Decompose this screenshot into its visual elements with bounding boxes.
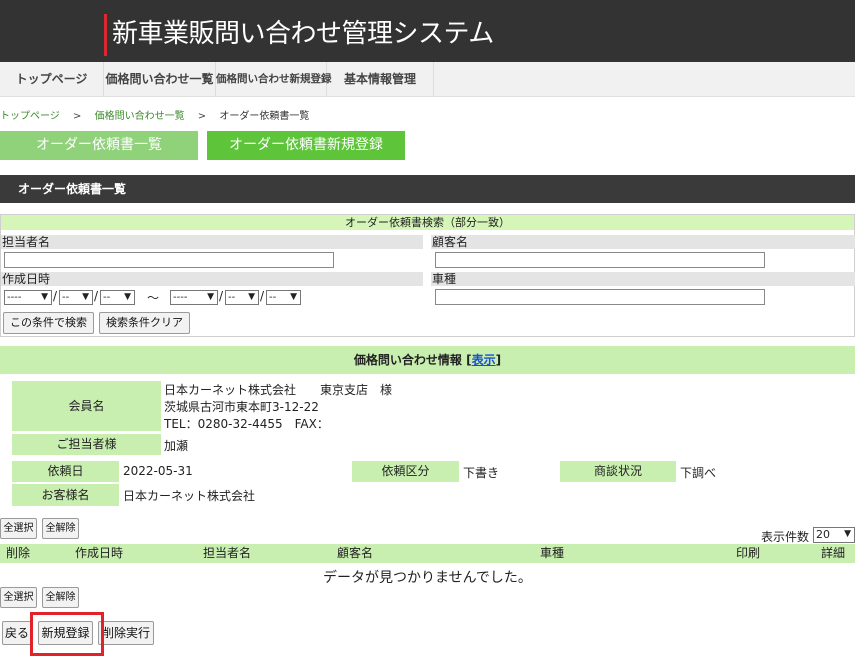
nav-price-inquiry-new[interactable]: 価格問い合わせ新規登録 <box>216 62 332 96</box>
date-from-month-select[interactable]: -- ▼ <box>59 290 93 305</box>
section-title: オーダー依頼書一覧 <box>0 175 855 203</box>
chevron-down-icon: ▼ <box>290 292 297 302</box>
deal-status-value: 下調べ <box>680 466 717 480</box>
search-button[interactable]: この条件で検索 <box>3 312 94 334</box>
deal-status-label: 商談状況 <box>560 461 676 482</box>
select-all-button[interactable]: 全選択 <box>0 518 37 539</box>
date-separator: / <box>53 289 58 303</box>
customer-value: 日本カーネット株式会社 <box>123 489 256 503</box>
shashu-label: 車種 <box>431 272 855 286</box>
tanto-label: 担当者名 <box>1 235 423 249</box>
customer-label: お客様名 <box>12 484 119 506</box>
list-column-header: 削除 作成日時 担当者名 顧客名 車種 印刷 詳細 <box>0 544 855 563</box>
date-from-year-value: ---- <box>7 292 22 303</box>
date-from-day-value: -- <box>103 292 111 303</box>
date-to-day-select[interactable]: -- ▼ <box>266 290 301 305</box>
breadcrumb-separator: > <box>73 111 82 122</box>
date-separator: / <box>260 289 265 303</box>
chevron-down-icon: ▼ <box>844 529 851 539</box>
app-title: 新車業販問い合わせ管理システム <box>112 19 494 49</box>
per-page-value: 20 <box>816 528 830 541</box>
header-accent-bar <box>104 14 107 56</box>
date-from-month-value: -- <box>62 292 70 303</box>
member-name: 日本カーネット株式会社 東京支店 様 <box>164 383 393 397</box>
breadcrumb-top[interactable]: トップページ <box>0 111 60 122</box>
breadcrumb-current: オーダー依頼書一覧 <box>219 111 310 122</box>
deselect-all-button[interactable]: 全解除 <box>42 518 79 539</box>
breadcrumb: トップページ > 価格問い合わせ一覧 > オーダー依頼書一覧 <box>0 107 309 122</box>
tab-order-list[interactable]: オーダー依頼書一覧 <box>0 131 198 160</box>
chevron-down-icon: ▼ <box>41 292 48 302</box>
chevron-down-icon: ▼ <box>248 292 255 302</box>
tab-order-new[interactable]: オーダー依頼書新規登録 <box>207 131 405 160</box>
deselect-all-button-bottom[interactable]: 全解除 <box>42 587 79 608</box>
main-nav: トップページ 価格問い合わせ一覧 価格問い合わせ新規登録 基本情報管理 <box>0 62 855 97</box>
search-panel: オーダー依頼書検索（部分一致） 担当者名 顧客名 作成日時 車種 ---- ▼ /… <box>0 214 855 337</box>
member-address: 茨城県古河市東本町3-12-22 <box>164 400 319 414</box>
sakusei-label: 作成日時 <box>1 272 423 286</box>
per-page-select[interactable]: 20 ▼ <box>813 527 855 543</box>
inquiry-info-title: 価格問い合わせ情報 <box>353 353 462 367</box>
nav-basic-info[interactable]: 基本情報管理 <box>327 62 434 96</box>
delete-execute-button[interactable]: 削除実行 <box>98 621 154 645</box>
search-panel-title: オーダー依頼書検索（部分一致） <box>1 215 854 230</box>
inquiry-show-link[interactable]: 表示 <box>472 353 496 367</box>
tanto-input[interactable] <box>4 252 334 268</box>
kokyaku-input[interactable] <box>435 252 765 268</box>
app-header: 新車業販問い合わせ管理システム <box>0 0 855 62</box>
chevron-down-icon: ▼ <box>207 292 214 302</box>
column-car: 車種 <box>540 546 565 560</box>
kokyaku-label: 顧客名 <box>431 235 855 249</box>
empty-message: データが見つかりませんでした。 <box>323 570 532 586</box>
contact-value: 加瀬 <box>164 439 189 453</box>
chevron-down-icon: ▼ <box>82 292 89 302</box>
breadcrumb-price-list[interactable]: 価格問い合わせ一覧 <box>95 111 185 122</box>
column-detail: 詳細 <box>821 546 846 560</box>
per-page-label: 表示件数 <box>761 530 810 544</box>
date-from-day-select[interactable]: -- ▼ <box>100 290 135 305</box>
member-label: 会員名 <box>12 381 161 431</box>
request-type-value: 下書き <box>463 466 500 480</box>
inquiry-info-header: 価格問い合わせ情報 [表示] <box>0 346 855 374</box>
column-print: 印刷 <box>736 546 761 560</box>
nav-top-page[interactable]: トップページ <box>0 62 104 96</box>
date-to-month-select[interactable]: -- ▼ <box>225 290 259 305</box>
date-separator: / <box>94 289 99 303</box>
request-type-label: 依頼区分 <box>352 461 459 482</box>
date-to-day-value: -- <box>269 292 277 303</box>
date-to-year-select[interactable]: ---- ▼ <box>170 290 218 305</box>
contact-label: ご担当者様 <box>12 434 161 455</box>
request-date-label: 依頼日 <box>12 461 119 482</box>
nav-price-inquiry-list[interactable]: 価格問い合わせ一覧 <box>104 62 216 96</box>
chevron-down-icon: ▼ <box>124 292 131 302</box>
column-delete: 削除 <box>6 546 31 560</box>
date-separator: / <box>219 289 224 303</box>
date-to-year-value: ---- <box>173 292 188 303</box>
breadcrumb-separator: > <box>197 111 207 122</box>
section-title-text: オーダー依頼書一覧 <box>18 182 127 196</box>
select-all-button-bottom[interactable]: 全選択 <box>0 587 37 608</box>
column-customer: 顧客名 <box>337 546 374 560</box>
date-range-tilde: ～ <box>147 291 160 305</box>
column-created: 作成日時 <box>75 546 124 560</box>
member-phone: TEL：0280-32-4455 FAX： <box>164 417 329 431</box>
date-to-month-value: -- <box>228 292 236 303</box>
highlight-box <box>30 612 104 656</box>
back-button[interactable]: 戻る <box>2 621 32 645</box>
shashu-input[interactable] <box>435 289 765 305</box>
clear-search-button[interactable]: 検索条件クリア <box>99 312 190 334</box>
date-from-year-select[interactable]: ---- ▼ <box>4 290 52 305</box>
column-tanto: 担当者名 <box>203 546 252 560</box>
request-date-value: 2022-05-31 <box>123 464 193 478</box>
